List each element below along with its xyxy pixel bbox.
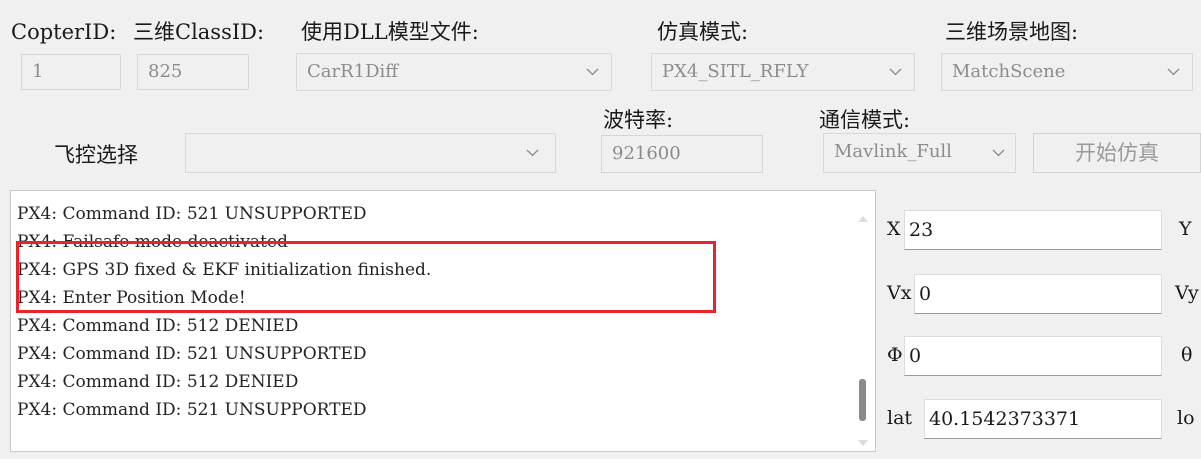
log-line: PX4: Command ID: 512 DENIED — [17, 316, 299, 336]
sim-mode-select[interactable]: PX4_SITL_RFLY — [651, 53, 915, 91]
class-id-label: 三维ClassID: — [133, 20, 265, 44]
copter-id-label: CopterID: — [11, 20, 117, 44]
x-label: X — [887, 218, 901, 240]
copter-id-field[interactable]: 1 — [21, 54, 121, 90]
theta-label: θ — [1181, 344, 1193, 366]
start-simulation-button[interactable]: 开始仿真 — [1033, 133, 1201, 173]
lat-field[interactable]: 40.1542373371 — [924, 399, 1162, 439]
log-line: PX4: Command ID: 512 DENIED — [17, 372, 299, 392]
comm-mode-value: Mavlink_Full — [834, 141, 952, 162]
baud-rate-field[interactable]: 921600 — [601, 135, 763, 173]
vy-label: Vy — [1175, 282, 1199, 304]
scene-map-value: MatchScene — [952, 61, 1066, 82]
console-log-panel[interactable]: PX4: Command ID: 521 UNSUPPORTED PX4: Fa… — [10, 190, 876, 452]
scroll-up-icon[interactable] — [858, 207, 868, 226]
log-line: PX4: Command ID: 521 UNSUPPORTED — [17, 204, 367, 224]
chevron-down-icon — [525, 134, 539, 172]
log-line: PX4: Command ID: 521 UNSUPPORTED — [17, 344, 367, 364]
sim-mode-label: 仿真模式: — [657, 20, 749, 44]
phi-field[interactable]: 0 — [904, 336, 1162, 376]
scroll-down-icon[interactable] — [858, 431, 868, 450]
y-label: Y — [1179, 218, 1192, 240]
flight-controller-select[interactable] — [185, 133, 556, 173]
class-id-field[interactable]: 825 — [137, 54, 249, 90]
comm-mode-label: 通信模式: — [819, 108, 911, 132]
x-field[interactable]: 23 — [904, 210, 1162, 250]
vx-field[interactable]: 0 — [914, 274, 1162, 314]
dll-file-label: 使用DLL模型文件: — [301, 20, 479, 44]
dll-model-value: CarR1Diff — [307, 61, 399, 82]
log-scrollbar[interactable] — [851, 191, 875, 451]
chevron-down-icon — [888, 54, 902, 90]
comm-mode-select[interactable]: Mavlink_Full — [823, 133, 1016, 173]
scene-map-label: 三维场景地图: — [945, 20, 1079, 44]
sim-mode-value: PX4_SITL_RFLY — [662, 61, 809, 82]
chevron-down-icon — [1166, 54, 1180, 90]
highlight-box — [16, 241, 716, 313]
flight-controller-label: 飞控选择 — [54, 143, 138, 167]
chevron-down-icon — [991, 134, 1005, 172]
lon-label: lo — [1177, 407, 1195, 429]
lat-label: lat — [887, 407, 913, 429]
vx-label: Vx — [887, 282, 912, 304]
chevron-down-icon — [585, 54, 599, 90]
scroll-thumb[interactable] — [859, 379, 866, 421]
log-line: PX4: Command ID: 521 UNSUPPORTED — [17, 400, 367, 420]
dll-model-select[interactable]: CarR1Diff — [296, 53, 612, 91]
baud-rate-label: 波特率: — [603, 108, 674, 132]
scene-map-select[interactable]: MatchScene — [941, 53, 1193, 91]
phi-label: Φ — [887, 344, 903, 366]
